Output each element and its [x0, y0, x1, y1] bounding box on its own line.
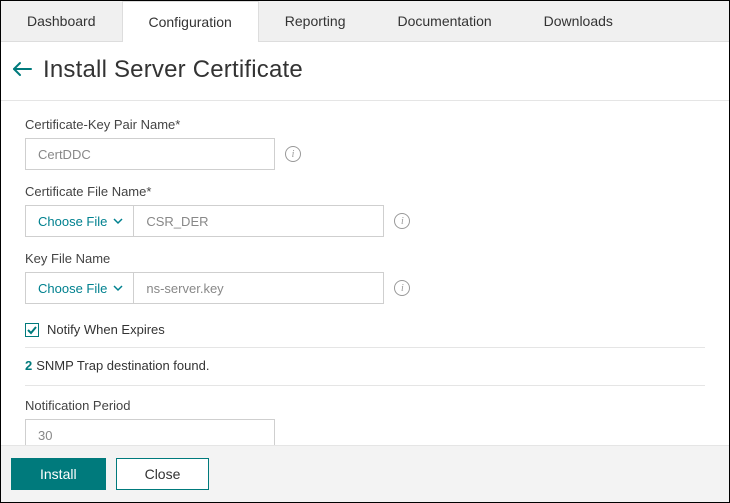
- info-icon[interactable]: i: [394, 280, 410, 296]
- snmp-count: 2: [25, 358, 32, 373]
- info-icon[interactable]: i: [394, 213, 410, 229]
- label-key-file: Key File Name: [25, 251, 705, 266]
- tab-downloads[interactable]: Downloads: [518, 1, 639, 41]
- page-title: Install Server Certificate: [43, 56, 303, 84]
- checkbox-notify-expires[interactable]: [25, 323, 39, 337]
- form-body: Certificate-Key Pair Name* i Certificate…: [1, 101, 729, 445]
- tab-bar: Dashboard Configuration Reporting Docume…: [1, 1, 729, 42]
- input-notification-period[interactable]: [25, 419, 275, 445]
- tab-reporting[interactable]: Reporting: [259, 1, 372, 41]
- choose-file-cert-button[interactable]: Choose File: [25, 205, 134, 237]
- field-cert-key-pair: Certificate-Key Pair Name* i: [25, 117, 705, 170]
- field-notify-expires: Notify When Expires: [25, 318, 705, 348]
- footer-actions: Install Close: [1, 445, 729, 502]
- install-button[interactable]: Install: [11, 458, 106, 490]
- label-cert-key-pair: Certificate-Key Pair Name*: [25, 117, 705, 132]
- field-notification-period: Notification Period: [25, 398, 705, 445]
- choose-file-key-button[interactable]: Choose File: [25, 272, 134, 304]
- label-notification-period: Notification Period: [25, 398, 705, 413]
- key-file-name[interactable]: ns-server.key: [134, 272, 384, 304]
- input-cert-key-pair[interactable]: [25, 138, 275, 170]
- chevron-down-icon: [113, 216, 123, 226]
- label-cert-file: Certificate File Name*: [25, 184, 705, 199]
- field-cert-file: Certificate File Name* Choose File CSR_D…: [25, 184, 705, 237]
- cert-file-name[interactable]: CSR_DER: [134, 205, 384, 237]
- chevron-down-icon: [113, 283, 123, 293]
- close-button[interactable]: Close: [116, 458, 210, 490]
- info-icon[interactable]: i: [285, 146, 301, 162]
- field-key-file: Key File Name Choose File ns-server.key …: [25, 251, 705, 304]
- back-arrow-icon[interactable]: [11, 60, 33, 81]
- choose-file-label: Choose File: [38, 214, 107, 229]
- tab-dashboard[interactable]: Dashboard: [1, 1, 122, 41]
- snmp-status: 2 SNMP Trap destination found.: [25, 348, 705, 386]
- tab-documentation[interactable]: Documentation: [371, 1, 517, 41]
- tab-configuration[interactable]: Configuration: [122, 1, 259, 42]
- choose-file-label: Choose File: [38, 281, 107, 296]
- page-header: Install Server Certificate: [1, 42, 729, 101]
- label-notify-expires: Notify When Expires: [47, 322, 165, 337]
- snmp-text: SNMP Trap destination found.: [36, 358, 209, 373]
